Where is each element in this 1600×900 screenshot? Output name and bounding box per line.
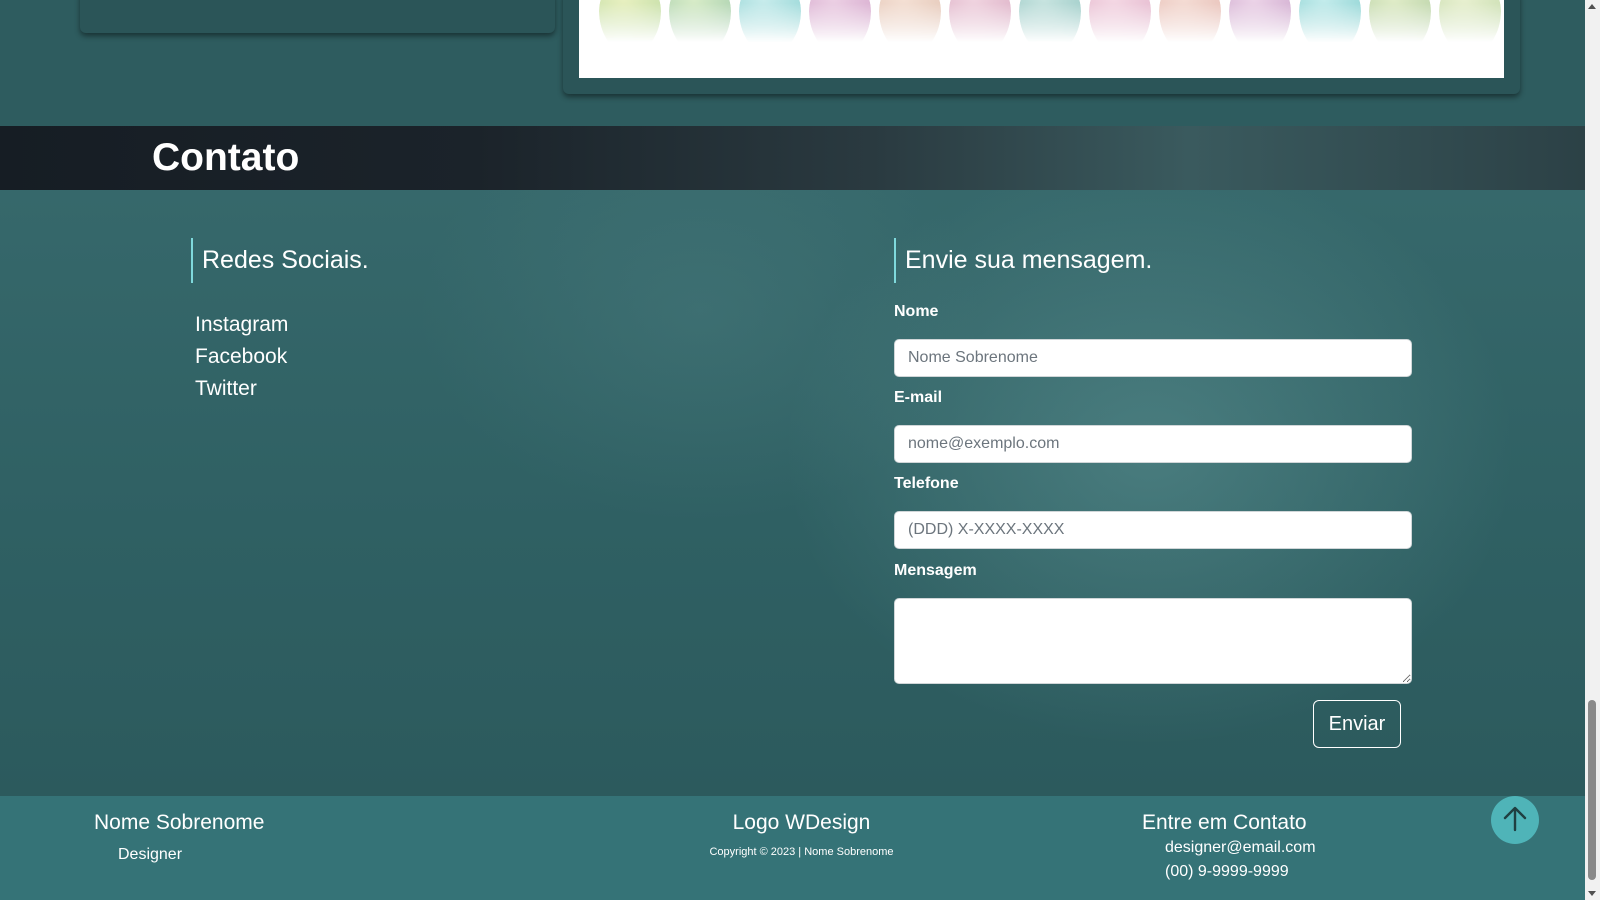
arrow-up-icon: [1502, 805, 1528, 836]
scroll-down-arrow-icon[interactable]: [1588, 891, 1596, 896]
footer-contact-title: Entre em Contato: [1142, 811, 1307, 834]
name-input[interactable]: [894, 339, 1412, 377]
egg-pattern-image: [599, 0, 1501, 54]
facebook-link[interactable]: Facebook: [195, 341, 288, 373]
contact-section: Redes Sociais. Instagram Facebook Twitte…: [0, 190, 1585, 796]
back-to-top-button[interactable]: [1491, 796, 1539, 844]
phone-input[interactable]: [894, 511, 1412, 549]
portfolio-card: [80, 0, 555, 33]
email-label: E-mail: [894, 389, 943, 406]
portfolio-section: [0, 0, 1585, 126]
instagram-link[interactable]: Instagram: [195, 309, 288, 341]
scrollbar-thumb[interactable]: [1588, 700, 1596, 880]
form-heading: Envie sua mensagem.: [894, 238, 1152, 283]
message-label: Mensagem: [894, 562, 977, 579]
message-textarea[interactable]: [894, 598, 1412, 684]
footer-copyright: Copyright © 2023 | Nome Sobrenome: [709, 846, 894, 858]
social-heading: Redes Sociais.: [191, 238, 369, 283]
social-links: Instagram Facebook Twitter: [195, 309, 288, 405]
scrollbar[interactable]: [1585, 0, 1600, 900]
footer: Nome Sobrenome Designer Logo WDesign Cop…: [0, 796, 1585, 900]
email-input[interactable]: [894, 425, 1412, 463]
name-label: Nome: [894, 303, 939, 320]
footer-logo[interactable]: Logo WDesign: [0, 811, 1600, 835]
phone-label: Telefone: [894, 475, 959, 492]
footer-phone: (00) 9-9999-9999: [1165, 863, 1289, 880]
portfolio-card: [563, 0, 1520, 94]
twitter-link[interactable]: Twitter: [195, 373, 288, 405]
portfolio-image[interactable]: [579, 0, 1504, 78]
contact-title: Contato: [152, 136, 300, 179]
contact-header: Contato: [0, 126, 1585, 190]
footer-email-link[interactable]: designer@email.com: [1165, 839, 1316, 857]
scroll-up-arrow-icon[interactable]: [1588, 4, 1596, 9]
send-button[interactable]: Enviar: [1313, 700, 1401, 748]
